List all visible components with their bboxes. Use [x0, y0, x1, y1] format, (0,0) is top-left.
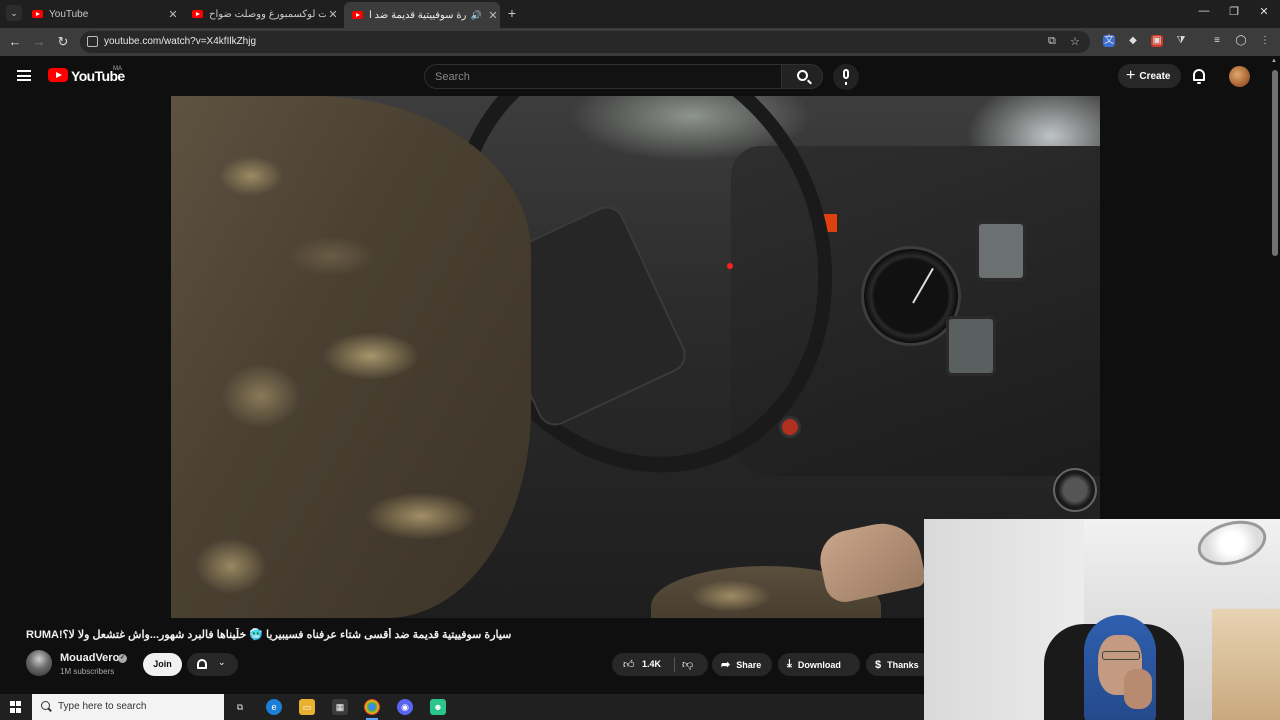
switch-scene	[976, 221, 1026, 281]
scroll-up-icon[interactable]: ▲	[1271, 58, 1277, 64]
download-label: Download	[797, 659, 841, 670]
discord-icon[interactable]: ◉	[397, 699, 413, 715]
search-icon	[41, 701, 50, 710]
create-label: Create	[1139, 70, 1171, 82]
tab-search-icon[interactable]: ⌄	[6, 5, 22, 21]
glasses-scene	[1102, 651, 1140, 660]
thanks-icon: $	[875, 658, 882, 671]
channel-avatar[interactable]	[26, 650, 52, 676]
red-extension-icon[interactable]: ▣	[1151, 35, 1163, 47]
thanks-button[interactable]: $ Thanks	[866, 653, 932, 676]
reload-icon[interactable]: ↻	[55, 34, 71, 50]
close-window-icon[interactable]: ✕	[1254, 5, 1274, 18]
restore-icon[interactable]: ❐	[1224, 5, 1244, 18]
search-box[interactable]	[424, 64, 782, 89]
dislike-icon[interactable]: 👎︎	[682, 658, 693, 671]
browser-menu-icon[interactable]: ⋮	[1259, 35, 1271, 47]
tab-title: عبرت لوكسمبورغ ووصلت ضواح...	[209, 8, 326, 20]
tab-current-video[interactable]: سيارة سوفييتية قديمة ضد أ... 🔊 ✕	[344, 2, 500, 28]
camouflage-jacket-scene	[171, 96, 531, 618]
windows-taskbar: Type here to search ⧉ e ▭ ▦ ◉ ☻	[0, 694, 924, 720]
download-icon: ⤓	[787, 658, 792, 670]
search-input[interactable]	[435, 69, 765, 85]
download-button[interactable]: ⤓ Download	[778, 653, 860, 676]
tab-luxembourg-video[interactable]: عبرت لوكسمبورغ ووصلت ضواح... ✕	[184, 4, 340, 24]
install-app-icon[interactable]: ⧉	[1048, 35, 1056, 48]
diamond-extension-icon[interactable]: ◆	[1127, 35, 1139, 47]
file-explorer-icon[interactable]: ▭	[299, 699, 315, 715]
youtube-favicon-icon	[192, 10, 203, 18]
country-code: MA	[113, 66, 122, 72]
youtube-favicon-icon	[32, 10, 43, 18]
tab-youtube-home[interactable]: YouTube ✕	[24, 4, 180, 24]
account-avatar[interactable]	[1229, 66, 1250, 87]
forward-icon[interactable]: →	[31, 34, 47, 50]
profile-icon[interactable]: ◯	[1235, 35, 1247, 47]
bookmark-star-icon[interactable]: ☆	[1070, 35, 1080, 48]
task-view-icon[interactable]: ⧉	[232, 699, 248, 715]
url-text[interactable]: youtube.com/watch?v=X4kfIlkZhjg	[104, 36, 256, 47]
windows-start-icon[interactable]	[10, 701, 22, 713]
browser-tab-strip: ⌄ YouTube ✕ عبرت لوكسمبورغ ووصلت ضواح...…	[0, 0, 1280, 28]
webcam-overlay	[924, 519, 1280, 720]
door-scene	[1212, 609, 1280, 720]
tab-title: YouTube	[49, 8, 89, 20]
knob-scene	[1053, 468, 1097, 512]
edge-icon[interactable]: e	[266, 699, 282, 715]
browser-toolbar: ← → ↻ youtube.com/watch?v=X4kfIlkZhjg ⧉ …	[0, 28, 1280, 56]
scrollbar-thumb[interactable]	[1272, 70, 1278, 256]
like-icon[interactable]: 👍︎	[623, 658, 635, 671]
android-app-icon[interactable]: ☻	[430, 699, 446, 715]
verified-badge-icon: ✓	[118, 654, 127, 663]
back-icon[interactable]: ←	[7, 34, 23, 50]
tab-close-icon[interactable]: ✕	[166, 8, 180, 21]
like-count[interactable]: 1.4K	[642, 659, 661, 669]
share-button[interactable]: ➦ Share	[712, 653, 772, 676]
divider	[674, 657, 675, 672]
ignition-scene	[779, 416, 801, 438]
media-controls-icon[interactable]: ≡	[1211, 35, 1223, 47]
plus-icon: +	[1126, 67, 1136, 84]
join-button[interactable]: Join	[143, 653, 182, 676]
notifications-bell-icon[interactable]	[1193, 69, 1205, 84]
speaker-icon[interactable]: 🔊	[471, 10, 482, 21]
subscriber-count: 1M subscribers	[60, 667, 115, 676]
microphone-icon	[843, 69, 849, 85]
video-title: سيارة سوفييتية قديمة ضد أقسى شتاء عرفناه…	[26, 629, 512, 641]
tab-close-icon[interactable]: ✕	[326, 8, 340, 21]
tab-title: سيارة سوفييتية قديمة ضد أ...	[369, 9, 467, 21]
minimize-icon[interactable]: —	[1194, 5, 1214, 17]
bell-icon	[197, 659, 207, 669]
menu-hamburger-icon[interactable]	[17, 70, 31, 81]
search-button[interactable]	[781, 64, 823, 89]
taskbar-search-placeholder: Type here to search	[58, 701, 147, 712]
hand-scene	[1124, 669, 1152, 709]
thanks-label: Thanks	[887, 659, 919, 670]
new-tab-button[interactable]: +	[505, 5, 519, 21]
taskbar-search[interactable]: Type here to search	[32, 694, 224, 720]
switch-scene	[946, 316, 996, 376]
ceiling-lamp-scene	[1192, 519, 1272, 573]
store-icon[interactable]: ▦	[332, 699, 348, 715]
translate-extension-icon[interactable]: 文	[1103, 35, 1115, 47]
youtube-logo-icon[interactable]	[48, 68, 68, 82]
search-icon	[797, 70, 808, 81]
address-bar[interactable]: youtube.com/watch?v=X4kfIlkZhjg ⧉ ☆	[80, 31, 1090, 53]
like-dislike-bar: 👍︎ 1.4K 👎︎	[612, 653, 708, 676]
share-icon: ➦	[721, 659, 731, 671]
hand-scene	[814, 516, 928, 606]
youtube-favicon-icon	[352, 11, 363, 19]
chrome-icon[interactable]	[364, 699, 380, 720]
voice-search-button[interactable]	[833, 64, 859, 90]
tab-close-icon[interactable]: ✕	[486, 9, 500, 22]
site-info-icon[interactable]	[87, 36, 98, 47]
share-label: Share	[736, 659, 762, 670]
subscribed-notifications-button[interactable]: ⌄	[187, 653, 238, 676]
channel-name[interactable]: MouadVero	[60, 652, 119, 664]
youtube-masthead: YouTube MA + Create	[0, 56, 1280, 96]
chevron-down-icon: ⌄	[218, 657, 226, 667]
create-button[interactable]: + Create	[1118, 64, 1181, 88]
extensions-puzzle-icon[interactable]: ⧩	[1175, 35, 1187, 47]
